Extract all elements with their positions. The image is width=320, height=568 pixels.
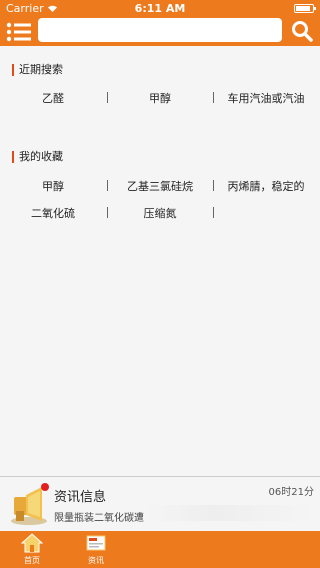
battery-icon: [294, 4, 316, 13]
news-title: 资讯信息: [54, 490, 107, 505]
favorite-item[interactable]: 丙烯腈，稳定的: [213, 178, 319, 194]
recent-search-item[interactable]: 车用汽油或汽油: [213, 90, 319, 106]
news-time: 06时21分: [268, 487, 314, 498]
snippet-fade: [146, 505, 316, 521]
header-bar: [0, 18, 320, 46]
home-icon: [21, 533, 43, 553]
search-input[interactable]: [38, 18, 282, 42]
divider: [213, 207, 214, 218]
recent-search-item[interactable]: 甲醇: [107, 90, 213, 106]
tab-news[interactable]: 资讯: [66, 533, 126, 567]
favorite-item[interactable]: 二氧化硫: [0, 205, 106, 221]
recent-search-title: 近期搜索: [12, 64, 63, 76]
tab-home-label: 首页: [24, 556, 40, 565]
favorites-title: 我的收藏: [12, 151, 63, 163]
recent-search-item[interactable]: 乙醛: [0, 90, 106, 106]
tab-news-label: 资讯: [88, 556, 104, 565]
status-time: 6:11 AM: [134, 2, 186, 15]
news-snippet: 限量瓶装二氧化碳遭: [54, 513, 144, 524]
tab-bar: 首页 资讯: [0, 531, 320, 568]
favorite-item[interactable]: 甲醇: [0, 178, 106, 194]
favorite-item[interactable]: 压缩氮: [107, 205, 213, 221]
favorite-item[interactable]: 乙基三氯硅烷: [107, 178, 213, 194]
news-banner[interactable]: 资讯信息 06时21分 限量瓶装二氧化碳遭: [0, 476, 320, 532]
menu-icon[interactable]: [5, 20, 33, 44]
unread-badge: [41, 483, 49, 491]
tab-home[interactable]: 首页: [2, 533, 62, 567]
news-icon: [86, 535, 106, 551]
search-icon[interactable]: [290, 19, 314, 43]
status-bar: Carrier 6:11 AM: [0, 0, 320, 18]
